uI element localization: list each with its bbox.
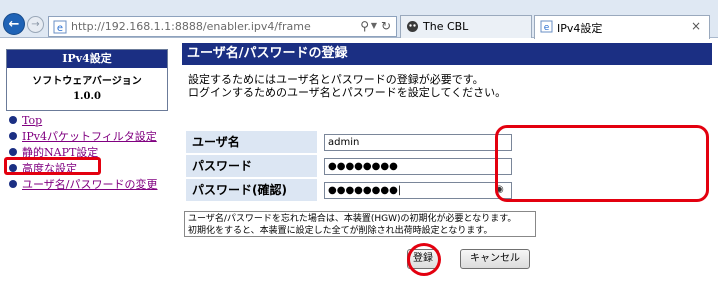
bullet-icon [9,180,17,188]
tab-ipv4-settings[interactable]: e IPv4設定 × [534,15,710,39]
info-title: IPv4設定 [7,50,167,68]
bullet-icon [9,132,17,140]
refresh-icon[interactable]: ↻ [381,19,391,33]
notice-line: 初期化をすると、本装置に設定した全てが削除され出荷時設定となります。 [188,226,493,236]
sidebar-item-top[interactable]: Top [9,113,179,129]
address-bar[interactable]: e http://192.168.1.1:8888/enabler.ipv4/f… [48,16,397,37]
bullet-icon [9,116,17,124]
description: 設定するためにはユーザ名とパスワードの登録が必要です。 ログインするためのユーザ… [188,73,506,99]
notice-line: ユーザ名/パスワードを忘れた場合は、本装置(HGW)の初期化が必要となります。 [188,214,517,224]
confirm-password-field[interactable]: ●●●●●●●●| [324,182,512,199]
confirm-password-label: パスワード(確認) [186,179,317,201]
highlight-advanced-nav [4,157,101,175]
back-button[interactable]: ← [3,13,25,35]
ie-page-icon: e [540,20,553,33]
sidebar-item-label[interactable]: ユーザ名/パスワードの変更 [22,178,158,191]
description-line: 設定するためにはユーザ名とパスワードの登録が必要です。 [188,73,484,86]
tab-label: The CBL [423,20,469,33]
search-icon[interactable]: ⚲ [360,19,369,33]
notice-box: ユーザ名/パスワードを忘れた場合は、本装置(HGW)の初期化が必要となります。 … [184,211,536,237]
password-row: パスワード ●●●●●●●● [186,155,526,177]
chevron-down-icon[interactable]: ▼ [371,21,377,30]
tab-label: IPv4設定 [557,22,603,35]
bullet-icon [9,148,17,156]
svg-text:e: e [544,23,550,33]
sidebar-item-label[interactable]: IPv4パケットフィルタ設定 [22,130,157,143]
highlight-credentials [495,125,709,202]
browser-toolbar: ← → e http://192.168.1.1:8888/enabler.ip… [0,0,718,39]
username-field[interactable]: admin [324,134,512,151]
info-box: IPv4設定 ソフトウェアバージョン 1.0.0 [6,49,168,111]
sidebar-item-change-credentials[interactable]: ユーザ名/パスワードの変更 [9,177,179,193]
forward-button[interactable]: → [27,16,44,33]
software-version-label: ソフトウェアバージョン [32,76,142,87]
confirm-password-row: パスワード(確認) ●●●●●●●●| ◉ [186,179,526,201]
svg-text:e: e [57,23,63,34]
close-icon[interactable]: × [691,19,701,33]
credentials-form: ユーザ名 admin パスワード ●●●●●●●● パスワード(確認) ●●●●… [186,131,526,203]
highlight-register-button [407,243,441,276]
ie-page-icon: e [53,20,67,34]
sidebar-item-label[interactable]: Top [22,114,42,127]
cancel-button[interactable]: キャンセル [460,249,530,269]
back-arrow-icon: ← [8,16,20,32]
sidebar-item-packet-filter[interactable]: IPv4パケットフィルタ設定 [9,129,179,145]
tab-cbl[interactable]: The CBL [400,15,532,38]
cbl-site-icon [407,21,418,32]
password-label: パスワード [186,155,317,177]
address-url[interactable]: http://192.168.1.1:8888/enabler.ipv4/fra… [71,20,311,33]
password-field[interactable]: ●●●●●●●● [324,158,512,175]
side-nav: Top IPv4パケットフィルタ設定 静的NAPT設定 高度な設定 ユーザ名/パ… [9,113,179,193]
forward-arrow-icon: → [31,19,40,30]
software-version-value: 1.0.0 [73,91,101,102]
page-title: ユーザ名/パスワードの登録 [182,43,712,65]
username-label: ユーザ名 [186,131,317,153]
username-row: ユーザ名 admin [186,131,526,153]
description-line: ログインするためのユーザ名とパスワードを設定してください。 [188,86,507,99]
